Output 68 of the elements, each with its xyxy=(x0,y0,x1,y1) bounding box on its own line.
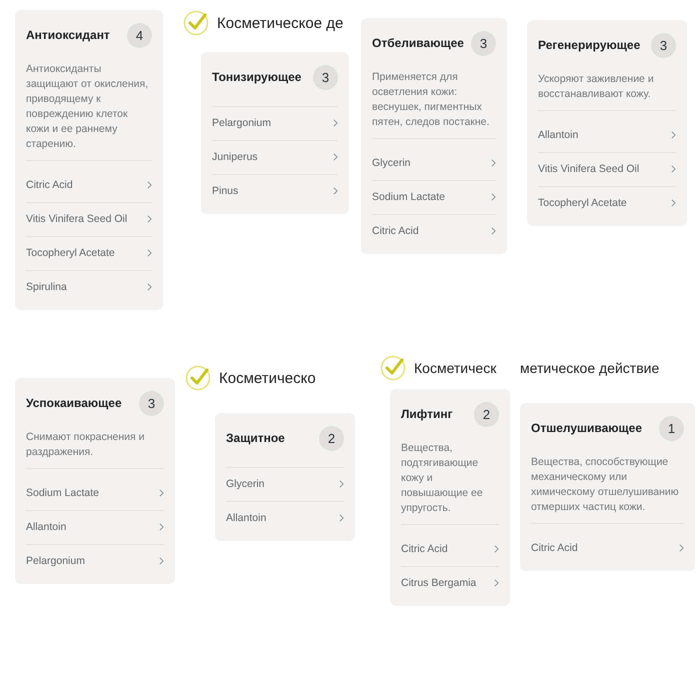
count-badge: 3 xyxy=(313,64,338,90)
category-title: Отбеливающее xyxy=(372,36,464,50)
ingredient-link[interactable]: Tocopheryl Acetate xyxy=(538,187,676,212)
category-title: Регенерирующее xyxy=(538,38,640,52)
section-heading: Косметическое де xyxy=(217,14,344,32)
chevron-icon xyxy=(671,199,676,207)
count-badge: 3 xyxy=(471,30,496,56)
chevron-icon xyxy=(491,193,496,201)
chevron-icon xyxy=(494,579,499,587)
category-description: Снимают покраснения и раздражения. xyxy=(26,430,164,469)
section-heading: Косметическо xyxy=(219,370,316,386)
count-badge: 2 xyxy=(474,402,499,426)
section-heading: Косметическ xyxy=(414,360,496,376)
chevron-icon xyxy=(333,187,338,195)
chevron-icon xyxy=(671,131,676,139)
ingredient-link[interactable]: Sodium Lactate xyxy=(26,477,164,511)
category-title: Лифтинг xyxy=(401,407,453,421)
chevron-icon xyxy=(491,227,496,235)
ingredient-link[interactable]: Vitis Vinifera Seed Oil xyxy=(538,153,676,187)
category-title: Защитное xyxy=(226,431,285,445)
category-description: Вещества, способствующие механическому или химическому отшелушиванию отмерших частиц кожи. xyxy=(531,455,684,524)
chevron-icon xyxy=(339,480,344,488)
ingredient-link[interactable]: Glycerin xyxy=(226,468,344,502)
chevron-icon xyxy=(494,545,499,553)
ingredient-link[interactable]: Allantoin xyxy=(538,119,676,153)
ingredient-link[interactable]: Citric Acid xyxy=(401,533,499,567)
chevron-icon xyxy=(147,249,152,257)
ingredient-link[interactable]: Citric Acid xyxy=(531,532,684,557)
category-title: Антиоксидант xyxy=(26,28,110,42)
chevron-icon xyxy=(159,489,164,497)
category-description: Вещества, подтягивающие кожу и повышающие ее упругость. xyxy=(401,441,499,525)
chevron-icon xyxy=(339,514,344,522)
count-badge: 3 xyxy=(139,390,164,416)
category-description: Ускоряют заживление и восстанавливают кожу. xyxy=(538,72,676,111)
ingredient-link[interactable]: Pinus xyxy=(212,175,338,200)
ingredient-link[interactable]: Sodium Lactate xyxy=(372,181,496,215)
count-badge: 3 xyxy=(651,32,676,58)
chevron-icon xyxy=(147,181,152,189)
chevron-icon xyxy=(671,165,676,173)
section-heading: метическое действие xyxy=(520,360,660,376)
ingredient-link[interactable]: Juniperus xyxy=(212,141,338,175)
ingredient-link[interactable]: Citrus Bergamia xyxy=(401,567,499,592)
chevron-icon xyxy=(159,523,164,531)
category-description: Применяется для осветления кожи: веснушек, пигментных пятен, следов постакне. xyxy=(372,70,496,139)
chevron-icon xyxy=(679,544,684,552)
category-title: Успокаивающее xyxy=(26,396,122,410)
chevron-icon xyxy=(159,557,164,565)
count-badge: 4 xyxy=(127,22,152,48)
ingredient-link[interactable]: Pelargonium xyxy=(212,107,338,141)
ingredient-link[interactable]: Pelargonium xyxy=(26,545,164,570)
category-description: Антиоксиданты защищают от окисления, приводящему к повреждению клеток кожи и ее раннему старению. xyxy=(26,62,152,161)
chevron-icon xyxy=(147,215,152,223)
ingredient-link[interactable]: Citric Acid xyxy=(372,215,496,240)
ingredient-link[interactable]: Citric Acid xyxy=(26,169,152,203)
chevron-icon xyxy=(333,153,338,161)
chevron-icon xyxy=(147,283,152,291)
ingredient-link[interactable]: Vitis Vinifera Seed Oil xyxy=(26,203,152,237)
ingredient-link[interactable]: Spirulina xyxy=(26,271,152,296)
category-title: Тонизирующее xyxy=(212,70,302,84)
ingredient-link[interactable]: Glycerin xyxy=(372,147,496,181)
count-badge: 1 xyxy=(659,416,684,440)
chevron-icon xyxy=(333,119,338,127)
chevron-icon xyxy=(491,159,496,167)
ingredient-link[interactable]: Allantoin xyxy=(226,502,344,527)
ingredient-link[interactable]: Allantoin xyxy=(26,511,164,545)
category-title: Отшелушивающее xyxy=(531,421,642,435)
ingredient-link[interactable]: Tocopheryl Acetate xyxy=(26,237,152,271)
count-badge: 2 xyxy=(319,426,344,450)
